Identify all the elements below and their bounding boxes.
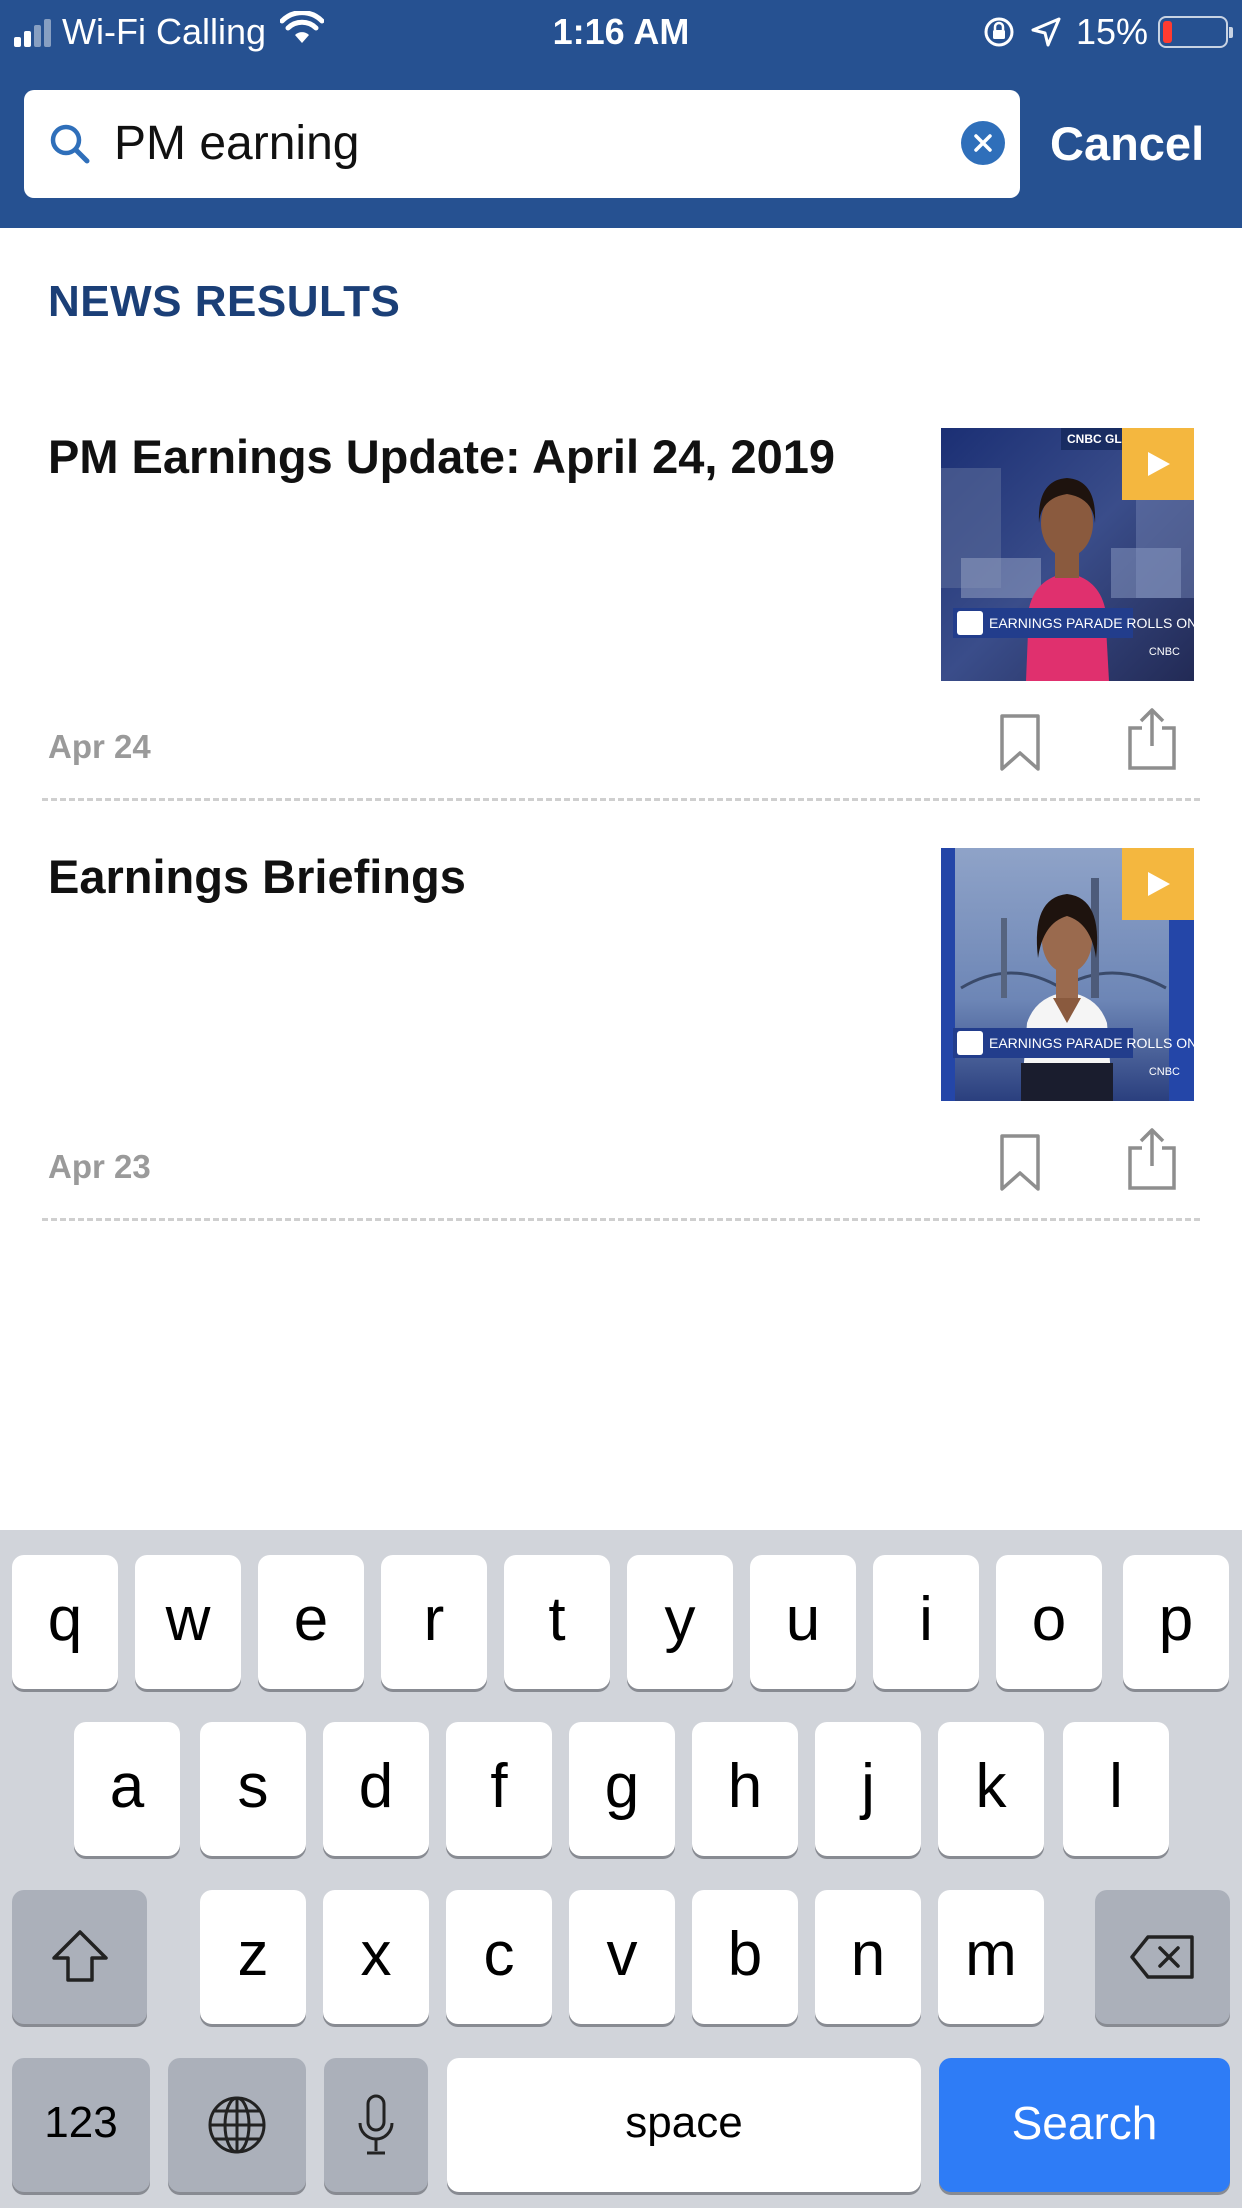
article-divider — [42, 1218, 1200, 1221]
news-article[interactable]: PM Earnings Update: April 24, 2019 CNBC … — [0, 428, 1242, 848]
status-right: 15% — [968, 10, 1233, 54]
network-logo-icon — [957, 611, 983, 635]
shift-key[interactable] — [12, 1890, 147, 2024]
microphone-icon — [358, 2094, 394, 2155]
cancel-button[interactable]: Cancel — [1050, 90, 1204, 198]
news-article[interactable]: Earnings Briefings EARNINGS PARADE ROLLS… — [0, 848, 1242, 1268]
search-field[interactable]: PM earning — [24, 90, 1020, 198]
thumbnail-lower-third: EARNINGS PARADE ROLLS ON — [953, 608, 1194, 638]
space-key[interactable]: space — [447, 2058, 921, 2192]
key-c[interactable]: c — [446, 1890, 552, 2024]
key-u[interactable]: u — [750, 1555, 856, 1689]
backspace-icon — [1129, 1935, 1194, 1979]
key-h[interactable]: h — [692, 1722, 798, 1856]
battery-percent: 15% — [1075, 11, 1148, 52]
play-video-icon[interactable] — [1122, 428, 1194, 500]
key-e[interactable]: e — [258, 1555, 364, 1689]
battery-level — [1163, 21, 1172, 43]
location-arrow-icon — [1030, 16, 1062, 48]
orientation-lock-icon — [982, 15, 1016, 49]
key-a[interactable]: a — [74, 1722, 180, 1856]
key-p[interactable]: p — [1123, 1555, 1229, 1689]
article-thumbnail[interactable]: EARNINGS PARADE ROLLS ON CNBC — [941, 848, 1194, 1101]
article-thumbnail[interactable]: CNBC GLOBAL EARNINGS PARADE ROLLS ON CNB… — [941, 428, 1194, 681]
microphone-key[interactable] — [324, 2058, 428, 2192]
article-date: Apr 24 — [48, 728, 151, 765]
key-r[interactable]: r — [381, 1555, 487, 1689]
bookmark-icon[interactable] — [998, 1133, 1042, 1193]
key-j[interactable]: j — [815, 1722, 921, 1856]
article-date: Apr 23 — [48, 1148, 151, 1185]
clear-search-icon[interactable] — [960, 120, 1006, 166]
share-icon[interactable] — [1126, 706, 1178, 772]
thumbnail-watermark: CNBC — [1148, 1066, 1180, 1078]
battery-icon — [1158, 16, 1233, 48]
key-q[interactable]: q — [12, 1555, 118, 1689]
globe-key[interactable] — [168, 2058, 306, 2192]
share-icon[interactable] — [1126, 1126, 1178, 1192]
globe-icon — [208, 2096, 266, 2154]
search-key[interactable]: Search — [939, 2058, 1230, 2192]
key-w[interactable]: w — [135, 1555, 241, 1689]
key-k[interactable]: k — [938, 1722, 1044, 1856]
key-i[interactable]: i — [873, 1555, 979, 1689]
article-divider — [42, 798, 1200, 801]
key-f[interactable]: f — [446, 1722, 552, 1856]
key-g[interactable]: g — [569, 1722, 675, 1856]
key-y[interactable]: y — [627, 1555, 733, 1689]
search-icon — [50, 124, 90, 164]
key-l[interactable]: l — [1063, 1722, 1169, 1856]
shift-icon — [51, 1930, 108, 1982]
status-bar: Wi-Fi Calling 1:16 AM 15% — [0, 0, 1242, 62]
key-m[interactable]: m — [938, 1890, 1044, 2024]
key-x[interactable]: x — [323, 1890, 429, 2024]
key-v[interactable]: v — [569, 1890, 675, 2024]
article-headline[interactable]: PM Earnings Update: April 24, 2019 — [48, 428, 888, 486]
article-headline[interactable]: Earnings Briefings — [48, 848, 888, 906]
bookmark-icon[interactable] — [998, 713, 1042, 773]
key-s[interactable]: s — [200, 1722, 306, 1856]
network-logo-icon — [957, 1031, 983, 1055]
thumbnail-lower-third: EARNINGS PARADE ROLLS ON — [953, 1028, 1194, 1058]
key-z[interactable]: z — [200, 1890, 306, 2024]
play-video-icon[interactable] — [1122, 848, 1194, 920]
numbers-key[interactable]: 123 — [12, 2058, 150, 2192]
key-d[interactable]: d — [323, 1722, 429, 1856]
search-input[interactable]: PM earning — [114, 90, 359, 198]
key-n[interactable]: n — [815, 1890, 921, 2024]
keyboard: q w e r t y u i o p a s d f g h j k l z … — [0, 1530, 1242, 2208]
backspace-key[interactable] — [1095, 1890, 1230, 2024]
key-b[interactable]: b — [692, 1890, 798, 2024]
thumbnail-watermark: CNBC — [1148, 646, 1180, 658]
header-bar: Wi-Fi Calling 1:16 AM 15% PM earning Can… — [0, 0, 1242, 228]
section-title: NEWS RESULTS — [48, 277, 401, 326]
key-t[interactable]: t — [504, 1555, 610, 1689]
key-o[interactable]: o — [996, 1555, 1102, 1689]
